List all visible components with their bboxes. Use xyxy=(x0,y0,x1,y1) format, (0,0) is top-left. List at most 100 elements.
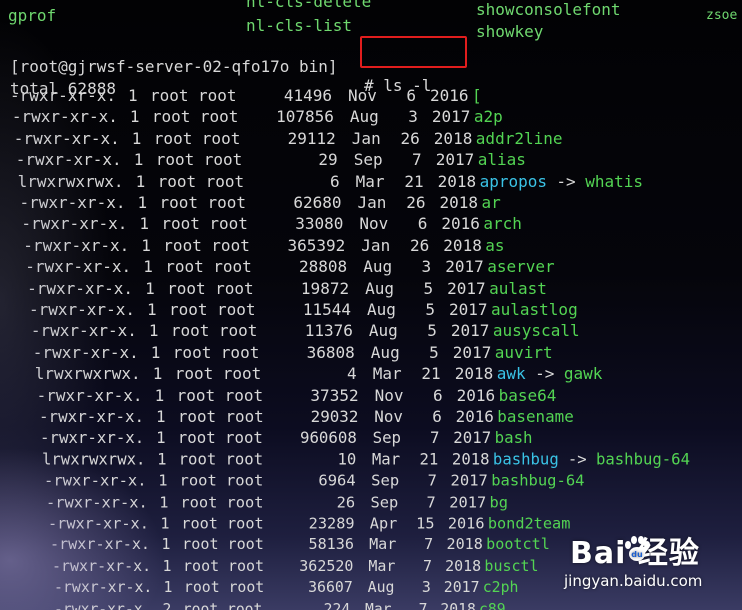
symlink-target: whatis xyxy=(585,171,643,191)
modified-month: Aug xyxy=(365,278,394,298)
modified-month: Aug xyxy=(370,342,400,362)
modified-month: Jan xyxy=(357,193,387,212)
permission-bits: -rwxr-xr-x. xyxy=(21,214,128,234)
permission-bits: -rwxr-xr-x. xyxy=(53,578,153,596)
owner: root xyxy=(182,599,219,610)
group: root xyxy=(227,556,264,575)
link-count: 1 xyxy=(157,449,167,469)
permission-bits: -rwxr-xr-x. xyxy=(23,235,130,255)
modified-year: 2017 xyxy=(445,257,484,277)
file-name: bashbug-64 xyxy=(491,471,585,490)
file-size: 29 xyxy=(318,150,338,170)
group: root xyxy=(213,257,252,277)
link-count: 1 xyxy=(155,407,166,426)
terminal-window[interactable]: gprof nl-cls-delete nl-cls-list showcons… xyxy=(0,0,742,610)
group: root xyxy=(199,107,239,127)
modified-year: 2018 xyxy=(443,235,482,255)
previous-output-item: nl-cls-list xyxy=(246,16,352,35)
group: root xyxy=(226,471,264,490)
modified-month: Aug xyxy=(368,321,398,341)
file-name: aulastlog xyxy=(491,300,578,319)
modified-year: 2018 xyxy=(440,599,476,610)
owner: root xyxy=(182,535,219,554)
permission-bits: -rwxr-xr-x. xyxy=(19,193,126,212)
modified-day: 6 xyxy=(432,385,443,405)
modified-day: 26 xyxy=(400,128,420,148)
owner: root xyxy=(182,556,219,575)
owner: root xyxy=(178,449,217,469)
link-count: 1 xyxy=(145,278,155,298)
modified-day: 21 xyxy=(419,449,439,469)
file-name: basename xyxy=(496,407,574,426)
modified-month: Sep xyxy=(353,150,383,170)
modified-day: 26 xyxy=(410,235,430,255)
file-name: a2p xyxy=(473,107,503,127)
modified-day: 3 xyxy=(408,107,418,127)
file-name: c2ph xyxy=(482,578,519,596)
link-count: 1 xyxy=(143,257,153,277)
permission-bits: -rwxr-xr-x. xyxy=(51,556,151,575)
modified-day: 6 xyxy=(406,86,416,105)
modified-day: 3 xyxy=(421,257,432,277)
owner: root xyxy=(161,214,200,234)
modified-month: Sep xyxy=(372,428,402,448)
owner: root xyxy=(150,86,189,105)
link-count: 1 xyxy=(162,556,172,575)
file-size: 41496 xyxy=(283,86,332,105)
file-name: awk xyxy=(496,364,526,384)
listing-row: -rwxr-xr-x. 1 root root 28808 Aug 3 2017 aserver xyxy=(25,257,742,279)
file-size: 4 xyxy=(347,364,357,384)
modified-year: 2016 xyxy=(441,214,480,234)
link-count: 1 xyxy=(148,321,159,341)
file-size: 107856 xyxy=(276,107,334,127)
modified-year: 2018 xyxy=(446,535,483,554)
group: root xyxy=(224,407,264,426)
group: root xyxy=(224,385,264,405)
file-size: 224 xyxy=(323,599,351,610)
file-name: alias xyxy=(477,150,526,170)
modified-day: 7 xyxy=(426,492,436,511)
group: root xyxy=(225,428,264,448)
modified-year: 2018 xyxy=(454,364,494,384)
link-count: 1 xyxy=(139,214,150,234)
listing-row: -rwxr-xr-x. 1 root root 29 Sep 7 2017 alias xyxy=(16,150,742,172)
group: root xyxy=(209,214,248,234)
modified-year: 2017 xyxy=(450,321,490,341)
link-count: 1 xyxy=(161,535,171,554)
listing-row: -rwxr-xr-x. 1 root root 36808 Aug 5 2017 auvirt xyxy=(33,343,742,365)
link-count: 1 xyxy=(160,514,170,533)
listing-row: -rwxr-xr-x. 1 root root 19872 Aug 5 2017 aulast xyxy=(27,279,742,301)
group: root xyxy=(226,514,264,533)
svg-text:du: du xyxy=(631,550,643,559)
link-count: 1 xyxy=(152,364,163,384)
modified-day: 15 xyxy=(416,514,435,533)
symlink-arrow: -> xyxy=(535,364,555,384)
modified-year: 2017 xyxy=(450,471,489,490)
modified-year: 2017 xyxy=(449,300,488,319)
modified-day: 21 xyxy=(404,171,424,191)
listing-row: -rwxr-xr-x. 1 root root 62680 Jan 26 2018 ar xyxy=(20,193,742,215)
file-size: 6964 xyxy=(318,471,356,490)
modified-month: Apr xyxy=(369,514,398,533)
permission-bits: -rwxr-xr-x. xyxy=(15,150,122,170)
modified-month: Aug xyxy=(349,107,379,127)
owner: root xyxy=(174,364,214,384)
link-count: 2 xyxy=(162,599,172,610)
permission-bits: -rwxr-xr-x. xyxy=(10,86,116,105)
modified-year: 2017 xyxy=(449,492,487,511)
file-name: ausyscall xyxy=(492,321,580,341)
file-size: 29112 xyxy=(287,128,336,148)
owner: root xyxy=(159,193,199,212)
group: root xyxy=(211,235,250,255)
modified-day: 5 xyxy=(427,321,437,341)
permission-bits: -rwxr-xr-x. xyxy=(48,514,149,533)
file-name: auvirt xyxy=(494,342,553,362)
modified-day: 5 xyxy=(423,278,434,298)
file-name: aserver xyxy=(487,257,555,277)
group: root xyxy=(201,128,241,148)
file-size: 26 xyxy=(336,492,356,511)
modified-day: 5 xyxy=(425,300,435,319)
file-size: 960608 xyxy=(300,428,358,448)
file-name: bashbug xyxy=(493,449,560,469)
link-count: 1 xyxy=(128,86,138,105)
